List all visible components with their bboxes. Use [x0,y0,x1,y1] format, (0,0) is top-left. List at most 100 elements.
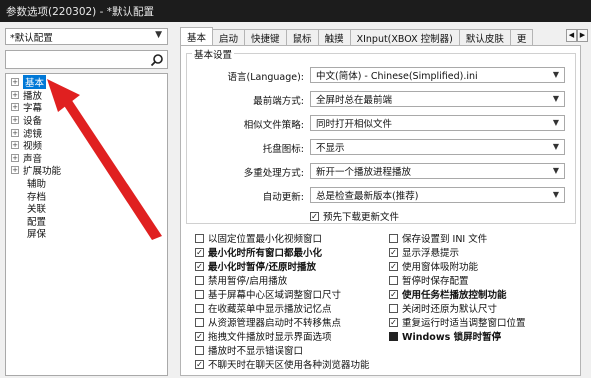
expand-icon[interactable]: + [11,141,19,150]
tree-item-video[interactable]: + 视频 [6,139,167,152]
checkbox-label: 从资源管理器启动时不转移焦点 [208,318,342,329]
checkbox-save-on-pause[interactable]: 暂停时保存配置 [389,273,469,287]
tree-item-subtitles[interactable]: + 字幕 [6,101,167,114]
checkbox-label: 拖拽文件播放时显示界面选项 [208,332,332,343]
category-tree[interactable]: + 基本 + 播放 + 字幕 + 设备 + 滤镜 + 视频 + 声音 + 扩展功 [5,73,168,376]
checkbox-box[interactable] [195,303,204,313]
language-dropdown[interactable]: 中文(简体) - Chinese(Simplified).ini ▼ [310,67,565,83]
tab-hotkeys[interactable]: 快捷键 [244,29,287,46]
expand-icon[interactable]: + [11,78,19,87]
tab-xinput[interactable]: XInput(XBOX 控制器) [349,29,460,46]
checkbox-box[interactable] [195,233,204,243]
expand-icon[interactable]: + [11,103,19,112]
expand-icon[interactable]: + [11,166,19,175]
multi-process-value: 新开一个播放进程播放 [316,167,412,178]
tab-default-skin[interactable]: 默认皮肤 [458,29,511,46]
checkmark-icon[interactable]: ✓ [195,359,204,369]
checkbox-box[interactable] [195,289,204,299]
checkbox-disable-pause[interactable]: 禁用暂停/启用播放 [195,273,287,287]
tray-icon-dropdown[interactable]: 不显示 ▼ [310,139,565,155]
tab-more[interactable]: 更 [509,29,534,46]
tree-item-archive[interactable]: 存档 [6,189,167,203]
language-label: 语言(Language): [227,72,305,83]
checkbox-hide-errors[interactable]: 播放时不显示错误窗口 [195,343,303,357]
checkbox-restore-size[interactable]: 关闭时还原为默认尺寸 [389,301,497,315]
checkbox-label: 保存设置到 INI 文件 [402,234,488,245]
checkbox-fixed-minimize[interactable]: 以固定位置最小化视频窗口 [195,231,322,245]
expand-icon[interactable]: + [11,116,19,125]
search-icon[interactable] [150,53,164,67]
expand-icon[interactable]: + [11,128,19,137]
checkmark-icon[interactable]: ✓ [195,261,204,271]
topmost-value: 全屏时总在最前端 [316,95,393,106]
tree-item-filters[interactable]: + 滤镜 [6,126,167,140]
multi-process-dropdown[interactable]: 新开一个播放进程播放 ▼ [310,163,565,179]
checkmark-icon[interactable]: ✓ [389,317,398,327]
checkmark-icon[interactable]: ✓ [195,331,204,341]
profile-dropdown[interactable]: *默认配置 ▼ [5,28,168,45]
tree-item-label: 屏保 [27,229,47,241]
language-value: 中文(简体) - Chinese(Simplified).ini [316,71,478,82]
tree-item-audio[interactable]: + 声音 [6,152,167,165]
tree-item-screensaver[interactable]: 屏保 [6,227,167,240]
checkbox-tooltips[interactable]: ✓ 显示浮悬提示 [389,245,459,259]
checkbox-filled-icon[interactable] [389,331,398,341]
expand-icon[interactable]: + [11,153,19,162]
auto-update-value: 总是检查最新版本(推荐) [316,191,419,202]
checkbox-chat-browser[interactable]: ✓ 不聊天时在聊天区使用各种浏览器功能 [195,357,370,371]
topmost-dropdown[interactable]: 全屏时总在最前端 ▼ [310,91,565,107]
checkmark-icon[interactable]: ✓ [195,247,204,257]
similar-files-dropdown[interactable]: 同时打开相似文件 ▼ [310,115,565,131]
checkbox-minimize-all[interactable]: ✓ 最小化时所有窗口都最小化 [195,245,322,259]
tree-item-basic[interactable]: + 基本 [6,75,167,90]
checkbox-box[interactable] [195,345,204,355]
checkbox-adjust-position[interactable]: ✓ 重复运行时适当调整窗口位置 [389,315,526,329]
tab-mouse[interactable]: 鼠标 [285,29,319,46]
checkbox-pause-on-minimize[interactable]: ✓ 最小化时暂停/还原时播放 [195,259,316,273]
window-titlebar: 参数选项(220302) - *默认配置 [0,0,591,22]
checkbox-label: 使用任务栏播放控制功能 [402,290,507,301]
checkbox-box[interactable] [389,275,398,285]
checkbox-label: 暂停时保存配置 [402,276,469,287]
tab-startup[interactable]: 启动 [212,29,246,46]
checkbox-window-snap[interactable]: ✓ 使用窗体吸附功能 [389,259,478,273]
checkbox-box[interactable] [389,303,398,313]
checkbox-taskbar-controls[interactable]: ✓ 使用任务栏播放控制功能 [389,287,507,301]
tree-item-playback[interactable]: + 播放 [6,89,167,102]
checkbox-bookmark-points[interactable]: 在收藏菜单中显示播放记忆点 [195,301,332,315]
tree-item-associations[interactable]: 关联 [6,202,167,215]
checkmark-icon[interactable]: ✓ [389,289,398,299]
checkmark-icon[interactable]: ✓ [389,247,398,257]
predownload-checkbox[interactable]: ✓ 预先下载更新文件 [310,209,399,223]
checkbox-box[interactable] [195,275,204,285]
checkbox-box[interactable] [389,233,398,243]
tree-item-profiles[interactable]: 配置 [6,215,167,228]
checkmark-icon[interactable]: ✓ [310,211,319,221]
tab-touch[interactable]: 触摸 [317,29,351,46]
search-input[interactable] [5,50,168,69]
checkbox-lock-pause[interactable]: Windows 锁屏时暂停 [389,329,501,343]
tab-scroll-right-icon[interactable]: ▶ [577,29,588,42]
tab-scroll-left-icon[interactable]: ◀ [566,29,577,42]
expand-icon[interactable]: + [11,90,19,99]
checkbox-label: 最小化时暂停/还原时播放 [208,262,316,273]
checkbox-keep-focus[interactable]: 从资源管理器启动时不转移焦点 [195,315,341,329]
checkbox-label: 播放时不显示错误窗口 [208,346,304,357]
tab-basic[interactable]: 基本 [180,27,214,46]
auto-update-dropdown[interactable]: 总是检查最新版本(推荐) ▼ [310,187,565,203]
checkbox-label: 不聊天时在聊天区使用各种浏览器功能 [208,360,370,371]
checkbox-label: 在收藏菜单中显示播放记忆点 [208,304,332,315]
checkbox-center-resize[interactable]: 基于屏幕中心区域调整窗口尺寸 [195,287,341,301]
checkmark-icon[interactable]: ✓ [389,261,398,271]
checkbox-box[interactable] [195,317,204,327]
tree-item-devices[interactable]: + 设备 [6,114,167,127]
tree-item-accessibility[interactable]: 辅助 [6,177,167,190]
checkbox-save-ini[interactable]: 保存设置到 INI 文件 [389,231,487,245]
tray-icon-label: 托盘图标: [262,144,304,155]
checkbox-label: 使用窗体吸附功能 [402,262,479,273]
group-title: 基本设置 [192,47,235,61]
checkbox-label: 以固定位置最小化视频窗口 [208,234,323,245]
tree-item-extensions[interactable]: + 扩展功能 [6,164,167,177]
multi-process-label: 多重处理方式: [243,168,304,179]
checkbox-drag-options[interactable]: ✓ 拖拽文件播放时显示界面选项 [195,329,332,343]
